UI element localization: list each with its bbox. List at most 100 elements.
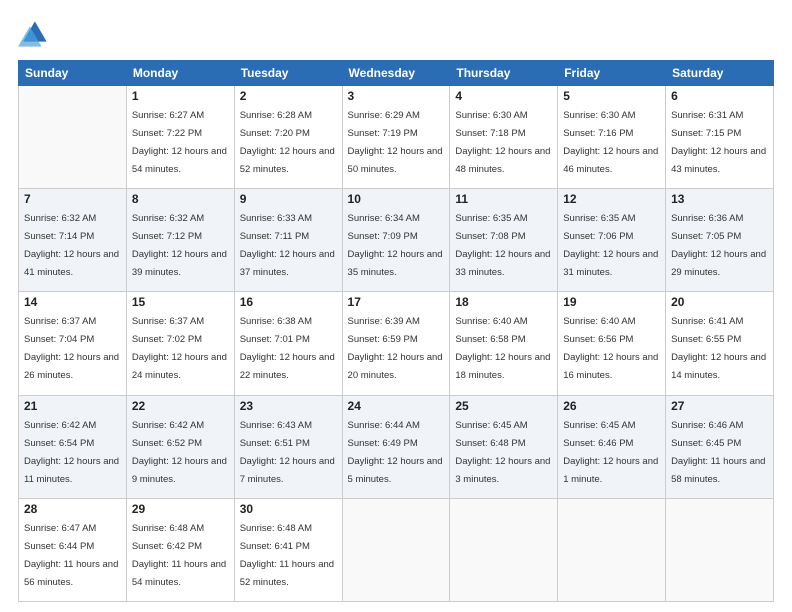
day-info: Sunrise: 6:35 AMSunset: 7:08 PMDaylight:… (455, 213, 550, 278)
day-number: 10 (348, 192, 445, 206)
day-info: Sunrise: 6:32 AMSunset: 7:12 PMDaylight:… (132, 213, 227, 278)
day-info: Sunrise: 6:40 AMSunset: 6:56 PMDaylight:… (563, 316, 658, 381)
calendar-cell: 14 Sunrise: 6:37 AMSunset: 7:04 PMDayligh… (19, 292, 127, 395)
logo-icon (18, 18, 50, 50)
day-number: 6 (671, 89, 768, 103)
calendar-cell: 27 Sunrise: 6:46 AMSunset: 6:45 PMDayligh… (666, 395, 774, 498)
calendar-cell: 24 Sunrise: 6:44 AMSunset: 6:49 PMDayligh… (342, 395, 450, 498)
day-info: Sunrise: 6:30 AMSunset: 7:18 PMDaylight:… (455, 110, 550, 175)
calendar-cell: 5Sunrise: 6:30 AMSunset: 7:16 PMDaylight… (558, 86, 666, 189)
calendar-cell: 10 Sunrise: 6:34 AMSunset: 7:09 PMDayligh… (342, 189, 450, 292)
calendar-cell: 23 Sunrise: 6:43 AMSunset: 6:51 PMDayligh… (234, 395, 342, 498)
calendar-cell: 21 Sunrise: 6:42 AMSunset: 6:54 PMDayligh… (19, 395, 127, 498)
day-info: Sunrise: 6:36 AMSunset: 7:05 PMDaylight:… (671, 213, 766, 278)
day-number: 4 (455, 89, 552, 103)
day-number: 15 (132, 295, 229, 309)
calendar-cell: 15 Sunrise: 6:37 AMSunset: 7:02 PMDayligh… (126, 292, 234, 395)
weekday-header-monday: Monday (126, 61, 234, 86)
day-number: 8 (132, 192, 229, 206)
calendar-cell: 12 Sunrise: 6:35 AMSunset: 7:06 PMDayligh… (558, 189, 666, 292)
day-number: 28 (24, 502, 121, 516)
day-info: Sunrise: 6:46 AMSunset: 6:45 PMDaylight:… (671, 420, 765, 485)
weekday-header-thursday: Thursday (450, 61, 558, 86)
day-number: 29 (132, 502, 229, 516)
calendar-week-5: 28 Sunrise: 6:47 AMSunset: 6:44 PMDayligh… (19, 498, 774, 601)
day-number: 25 (455, 399, 552, 413)
day-info: Sunrise: 6:27 AMSunset: 7:22 PMDaylight:… (132, 110, 227, 175)
header (18, 18, 774, 50)
day-info: Sunrise: 6:44 AMSunset: 6:49 PMDaylight:… (348, 420, 443, 485)
calendar-cell: 6 Sunrise: 6:31 AMSunset: 7:15 PMDaylight… (666, 86, 774, 189)
calendar-cell (558, 498, 666, 601)
day-number: 27 (671, 399, 768, 413)
day-info: Sunrise: 6:47 AMSunset: 6:44 PMDaylight:… (24, 523, 118, 588)
calendar-cell: 3 Sunrise: 6:29 AMSunset: 7:19 PMDaylight… (342, 86, 450, 189)
day-info: Sunrise: 6:45 AMSunset: 6:46 PMDaylight:… (563, 420, 658, 485)
day-info: Sunrise: 6:41 AMSunset: 6:55 PMDaylight:… (671, 316, 766, 381)
day-number: 20 (671, 295, 768, 309)
day-number: 19 (563, 295, 660, 309)
weekday-header-wednesday: Wednesday (342, 61, 450, 86)
weekday-header-saturday: Saturday (666, 61, 774, 86)
day-number: 26 (563, 399, 660, 413)
calendar-cell: 29 Sunrise: 6:48 AMSunset: 6:42 PMDayligh… (126, 498, 234, 601)
page: SundayMondayTuesdayWednesdayThursdayFrid… (0, 0, 792, 612)
day-number: 14 (24, 295, 121, 309)
calendar-cell: 30Sunrise: 6:48 AMSunset: 6:41 PMDayligh… (234, 498, 342, 601)
day-info: Sunrise: 6:43 AMSunset: 6:51 PMDaylight:… (240, 420, 335, 485)
calendar-cell: 2 Sunrise: 6:28 AMSunset: 7:20 PMDaylight… (234, 86, 342, 189)
day-info: Sunrise: 6:38 AMSunset: 7:01 PMDaylight:… (240, 316, 335, 381)
calendar-cell: 25Sunrise: 6:45 AMSunset: 6:48 PMDayligh… (450, 395, 558, 498)
day-number: 18 (455, 295, 552, 309)
calendar-week-3: 14 Sunrise: 6:37 AMSunset: 7:04 PMDayligh… (19, 292, 774, 395)
day-info: Sunrise: 6:42 AMSunset: 6:52 PMDaylight:… (132, 420, 227, 485)
calendar-cell: 9Sunrise: 6:33 AMSunset: 7:11 PMDaylight… (234, 189, 342, 292)
calendar-week-4: 21 Sunrise: 6:42 AMSunset: 6:54 PMDayligh… (19, 395, 774, 498)
day-info: Sunrise: 6:42 AMSunset: 6:54 PMDaylight:… (24, 420, 119, 485)
calendar-cell (666, 498, 774, 601)
calendar-cell: 8 Sunrise: 6:32 AMSunset: 7:12 PMDaylight… (126, 189, 234, 292)
day-info: Sunrise: 6:40 AMSunset: 6:58 PMDaylight:… (455, 316, 550, 381)
calendar-cell: 22 Sunrise: 6:42 AMSunset: 6:52 PMDayligh… (126, 395, 234, 498)
calendar-cell (19, 86, 127, 189)
day-info: Sunrise: 6:37 AMSunset: 7:04 PMDaylight:… (24, 316, 119, 381)
calendar-cell (450, 498, 558, 601)
day-number: 23 (240, 399, 337, 413)
day-number: 24 (348, 399, 445, 413)
day-number: 11 (455, 192, 552, 206)
day-number: 22 (132, 399, 229, 413)
day-info: Sunrise: 6:31 AMSunset: 7:15 PMDaylight:… (671, 110, 766, 175)
day-number: 12 (563, 192, 660, 206)
day-info: Sunrise: 6:39 AMSunset: 6:59 PMDaylight:… (348, 316, 443, 381)
day-info: Sunrise: 6:30 AMSunset: 7:16 PMDaylight:… (563, 110, 658, 175)
calendar-cell: 19 Sunrise: 6:40 AMSunset: 6:56 PMDayligh… (558, 292, 666, 395)
day-info: Sunrise: 6:33 AMSunset: 7:11 PMDaylight:… (240, 213, 335, 278)
day-number: 7 (24, 192, 121, 206)
calendar-cell: 18 Sunrise: 6:40 AMSunset: 6:58 PMDayligh… (450, 292, 558, 395)
calendar-cell (342, 498, 450, 601)
logo (18, 18, 54, 50)
day-number: 2 (240, 89, 337, 103)
calendar-header-row: SundayMondayTuesdayWednesdayThursdayFrid… (19, 61, 774, 86)
day-info: Sunrise: 6:37 AMSunset: 7:02 PMDaylight:… (132, 316, 227, 381)
calendar-cell: 20 Sunrise: 6:41 AMSunset: 6:55 PMDayligh… (666, 292, 774, 395)
day-number: 13 (671, 192, 768, 206)
calendar-cell: 13 Sunrise: 6:36 AMSunset: 7:05 PMDayligh… (666, 189, 774, 292)
day-info: Sunrise: 6:34 AMSunset: 7:09 PMDaylight:… (348, 213, 443, 278)
day-info: Sunrise: 6:29 AMSunset: 7:19 PMDaylight:… (348, 110, 443, 175)
calendar-cell: 16 Sunrise: 6:38 AMSunset: 7:01 PMDayligh… (234, 292, 342, 395)
day-number: 1 (132, 89, 229, 103)
day-number: 21 (24, 399, 121, 413)
calendar-table: SundayMondayTuesdayWednesdayThursdayFrid… (18, 60, 774, 602)
day-info: Sunrise: 6:35 AMSunset: 7:06 PMDaylight:… (563, 213, 658, 278)
day-number: 16 (240, 295, 337, 309)
calendar-cell: 11 Sunrise: 6:35 AMSunset: 7:08 PMDayligh… (450, 189, 558, 292)
calendar-week-1: 1 Sunrise: 6:27 AMSunset: 7:22 PMDaylight… (19, 86, 774, 189)
calendar-cell: 26 Sunrise: 6:45 AMSunset: 6:46 PMDayligh… (558, 395, 666, 498)
calendar-cell: 4 Sunrise: 6:30 AMSunset: 7:18 PMDaylight… (450, 86, 558, 189)
day-info: Sunrise: 6:48 AMSunset: 6:42 PMDaylight:… (132, 523, 226, 588)
day-info: Sunrise: 6:32 AMSunset: 7:14 PMDaylight:… (24, 213, 119, 278)
day-info: Sunrise: 6:28 AMSunset: 7:20 PMDaylight:… (240, 110, 335, 175)
day-number: 3 (348, 89, 445, 103)
calendar-cell: 17Sunrise: 6:39 AMSunset: 6:59 PMDayligh… (342, 292, 450, 395)
